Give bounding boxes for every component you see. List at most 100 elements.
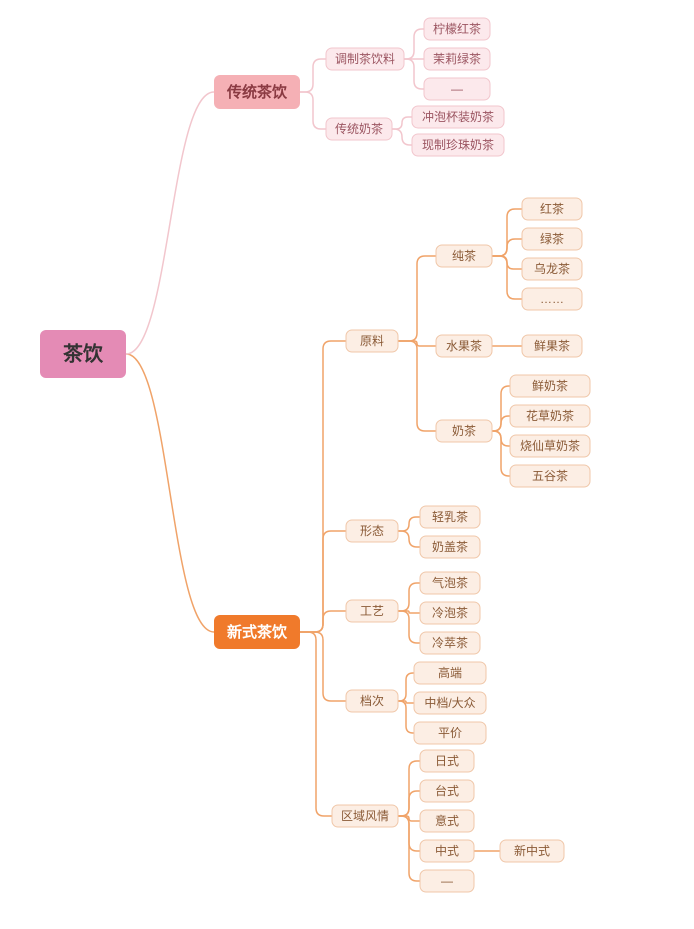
leaf-gaoduan: 高端 xyxy=(414,662,486,684)
node-chuncha: 纯茶 xyxy=(436,245,492,267)
connector xyxy=(398,761,420,816)
leaf-dash2: — xyxy=(420,870,474,892)
leaf-taishi: 台式 xyxy=(420,780,474,802)
svg-text:档次: 档次 xyxy=(360,694,384,708)
svg-text:烧仙草奶茶: 烧仙草奶茶 xyxy=(520,438,580,453)
root-node: 茶饮 xyxy=(40,330,126,378)
connector xyxy=(398,611,420,643)
leaf-zhongshi: 中式 xyxy=(420,840,474,862)
connector xyxy=(398,673,414,701)
svg-text:绿茶: 绿茶 xyxy=(540,231,564,246)
svg-text:鲜果茶: 鲜果茶 xyxy=(534,338,570,353)
connector xyxy=(398,583,420,611)
leaf-huacao: 花草奶茶 xyxy=(510,405,590,427)
svg-text:新式茶饮: 新式茶饮 xyxy=(227,623,288,641)
svg-text:中式: 中式 xyxy=(435,843,459,858)
connector xyxy=(404,29,424,59)
svg-text:红茶: 红茶 xyxy=(540,201,564,216)
leaf-dash1: — xyxy=(424,78,490,100)
connector xyxy=(404,59,424,89)
node-yuanliao: 原料 xyxy=(346,330,398,352)
connector xyxy=(300,341,346,632)
connector xyxy=(492,209,522,256)
svg-text:中档/大众: 中档/大众 xyxy=(424,695,475,710)
connector xyxy=(398,517,420,531)
node-chuantongnaicha: 传统奶茶 xyxy=(326,118,392,140)
svg-text:台式: 台式 xyxy=(435,783,459,798)
connector xyxy=(300,632,346,701)
leaf-wulong: 乌龙茶 xyxy=(522,258,582,280)
svg-text:鲜奶茶: 鲜奶茶 xyxy=(532,378,568,393)
svg-text:新中式: 新中式 xyxy=(514,843,550,858)
connector xyxy=(126,354,214,632)
branch-traditional: 传统茶饮 xyxy=(214,75,300,109)
leaf-qingru: 轻乳茶 xyxy=(420,506,480,528)
svg-text:气泡茶: 气泡茶 xyxy=(432,575,468,590)
connector xyxy=(398,701,414,733)
svg-text:平价: 平价 xyxy=(438,726,462,740)
svg-text:水果茶: 水果茶 xyxy=(446,338,482,353)
svg-text:日式: 日式 xyxy=(435,754,459,768)
svg-text:区域风情: 区域风情 xyxy=(341,809,389,823)
svg-text:原料: 原料 xyxy=(360,334,384,348)
leaf-xiannaicha: 鲜奶茶 xyxy=(510,375,590,397)
leaf-cupmilktea: 冲泡杯装奶茶 xyxy=(412,106,504,128)
node-tiaozhi: 调制茶饮料 xyxy=(326,48,404,70)
svg-text:……: …… xyxy=(540,292,564,306)
leaf-lengcui: 冷萃茶 xyxy=(420,632,480,654)
node-quyu: 区域风情 xyxy=(332,805,398,827)
connector xyxy=(398,531,420,547)
mindmap-diagram: 茶饮 传统茶饮新式茶饮 调制茶饮料传统奶茶 柠檬红茶茉莉绿茶 — 冲泡杯装奶茶现制珍珠奶茶… xyxy=(0,0,694,929)
node-gongyi: 工艺 xyxy=(346,600,398,622)
svg-text:奶盖茶: 奶盖茶 xyxy=(432,539,468,554)
leaf-rishi: 日式 xyxy=(420,750,474,772)
svg-text:茉莉绿茶: 茉莉绿茶 xyxy=(433,51,481,66)
leaf-lemon: 柠檬红茶 xyxy=(424,18,490,40)
svg-text:传统奶茶: 传统奶茶 xyxy=(335,121,383,136)
connector xyxy=(300,92,326,129)
connector xyxy=(492,386,510,431)
node-dangci: 档次 xyxy=(346,690,398,712)
svg-text:乌龙茶: 乌龙茶 xyxy=(534,261,570,276)
leaf-hongcha: 红茶 xyxy=(522,198,582,220)
connector xyxy=(398,341,436,431)
connector xyxy=(300,632,332,816)
svg-text:—: — xyxy=(451,82,463,96)
leaf-shaoxiancao: 烧仙草奶茶 xyxy=(510,435,590,457)
leaf-zhongdang: 中档/大众 xyxy=(414,692,486,714)
connector xyxy=(392,129,412,145)
svg-text:花草奶茶: 花草奶茶 xyxy=(526,408,574,423)
svg-text:冷泡茶: 冷泡茶 xyxy=(432,605,468,620)
svg-text:形态: 形态 xyxy=(360,524,384,538)
connector xyxy=(126,92,214,354)
svg-text:工艺: 工艺 xyxy=(360,604,384,618)
leaf-wugu: 五谷茶 xyxy=(510,465,590,487)
leaf-bubble: 现制珍珠奶茶 xyxy=(412,134,504,156)
svg-text:—: — xyxy=(441,874,453,888)
svg-text:高端: 高端 xyxy=(438,665,462,680)
svg-text:意式: 意式 xyxy=(435,813,459,828)
branch-new: 新式茶饮 xyxy=(214,615,300,649)
connector xyxy=(392,117,412,129)
svg-text:奶茶: 奶茶 xyxy=(452,423,476,438)
node-xingtai: 形态 xyxy=(346,520,398,542)
leaf-qipao: 气泡茶 xyxy=(420,572,480,594)
leaf-lengpao: 冷泡茶 xyxy=(420,602,480,624)
svg-text:调制茶饮料: 调制茶饮料 xyxy=(335,51,395,66)
svg-text:冷萃茶: 冷萃茶 xyxy=(432,635,468,650)
connector xyxy=(398,256,436,341)
node-shuiguocha: 水果茶 xyxy=(436,335,492,357)
leaf-yishi: 意式 xyxy=(420,810,474,832)
svg-text:传统茶饮: 传统茶饮 xyxy=(226,83,288,101)
svg-text:茶饮: 茶饮 xyxy=(63,341,104,365)
connector xyxy=(398,816,420,821)
leaf-xinzhongshi: 新中式 xyxy=(500,840,564,862)
leaf-more1: …… xyxy=(522,288,582,310)
leaf-pingjia: 平价 xyxy=(414,722,486,744)
leaf-lvcha: 绿茶 xyxy=(522,228,582,250)
svg-text:五谷茶: 五谷茶 xyxy=(532,468,568,483)
svg-text:冲泡杯装奶茶: 冲泡杯装奶茶 xyxy=(422,109,494,124)
svg-text:纯茶: 纯茶 xyxy=(452,248,476,263)
svg-text:现制珍珠奶茶: 现制珍珠奶茶 xyxy=(422,137,494,152)
svg-text:轻乳茶: 轻乳茶 xyxy=(432,509,468,524)
